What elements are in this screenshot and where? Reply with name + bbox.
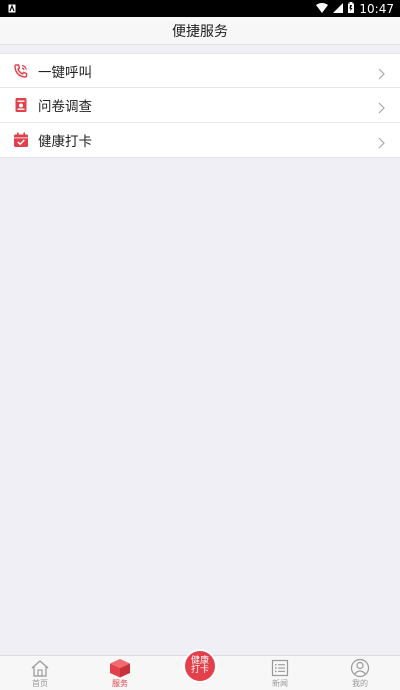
list-item-survey[interactable]: 问卷调查 xyxy=(0,88,400,123)
list-item-health-checkin[interactable]: 健康打卡 xyxy=(0,123,400,158)
page-title: 便捷服务 xyxy=(172,23,228,40)
chevron-right-icon xyxy=(376,65,386,79)
tab-label: 服务 xyxy=(112,679,128,688)
battery-icon xyxy=(348,1,355,16)
user-icon xyxy=(349,657,371,679)
tab-mine[interactable]: 我的 xyxy=(320,656,400,690)
news-list-icon xyxy=(269,657,291,679)
phone-call-icon xyxy=(12,62,30,80)
item-label: 问卷调查 xyxy=(38,99,92,115)
cube-icon xyxy=(109,657,131,679)
calendar-check-icon xyxy=(12,131,30,149)
notification-icon xyxy=(8,2,16,16)
signal-icon xyxy=(333,2,344,16)
tab-services[interactable]: 服务 xyxy=(80,656,160,690)
tab-label: 首页 xyxy=(32,679,48,688)
tab-health-checkin[interactable]: 健康打卡 xyxy=(160,651,240,690)
health-checkin-badge[interactable]: 健康打卡 xyxy=(185,651,215,681)
home-icon xyxy=(29,657,51,679)
chevron-right-icon xyxy=(376,134,386,149)
tab-home[interactable]: 首页 xyxy=(0,656,80,690)
badge-label: 健康打卡 xyxy=(190,656,209,675)
tab-news[interactable]: 新闻 xyxy=(240,656,320,690)
title-bar: 便捷服务 xyxy=(0,17,400,45)
item-label: 健康打卡 xyxy=(38,134,92,150)
wifi-icon xyxy=(316,2,329,16)
service-list: 一键呼叫 问卷调查 健康打卡 xyxy=(0,53,400,158)
status-time: 10:47 xyxy=(359,1,394,16)
list-item-one-key-call[interactable]: 一键呼叫 xyxy=(0,53,400,88)
bottom-tab-bar: 首页 服务 健康打卡 新闻 我的 xyxy=(0,651,400,690)
status-bar: 10:47 xyxy=(0,0,400,17)
item-label: 一键呼叫 xyxy=(38,64,92,81)
clipboard-icon xyxy=(12,96,30,114)
tab-label: 我的 xyxy=(352,679,368,688)
tab-label: 新闻 xyxy=(272,679,288,688)
chevron-right-icon xyxy=(376,99,386,114)
